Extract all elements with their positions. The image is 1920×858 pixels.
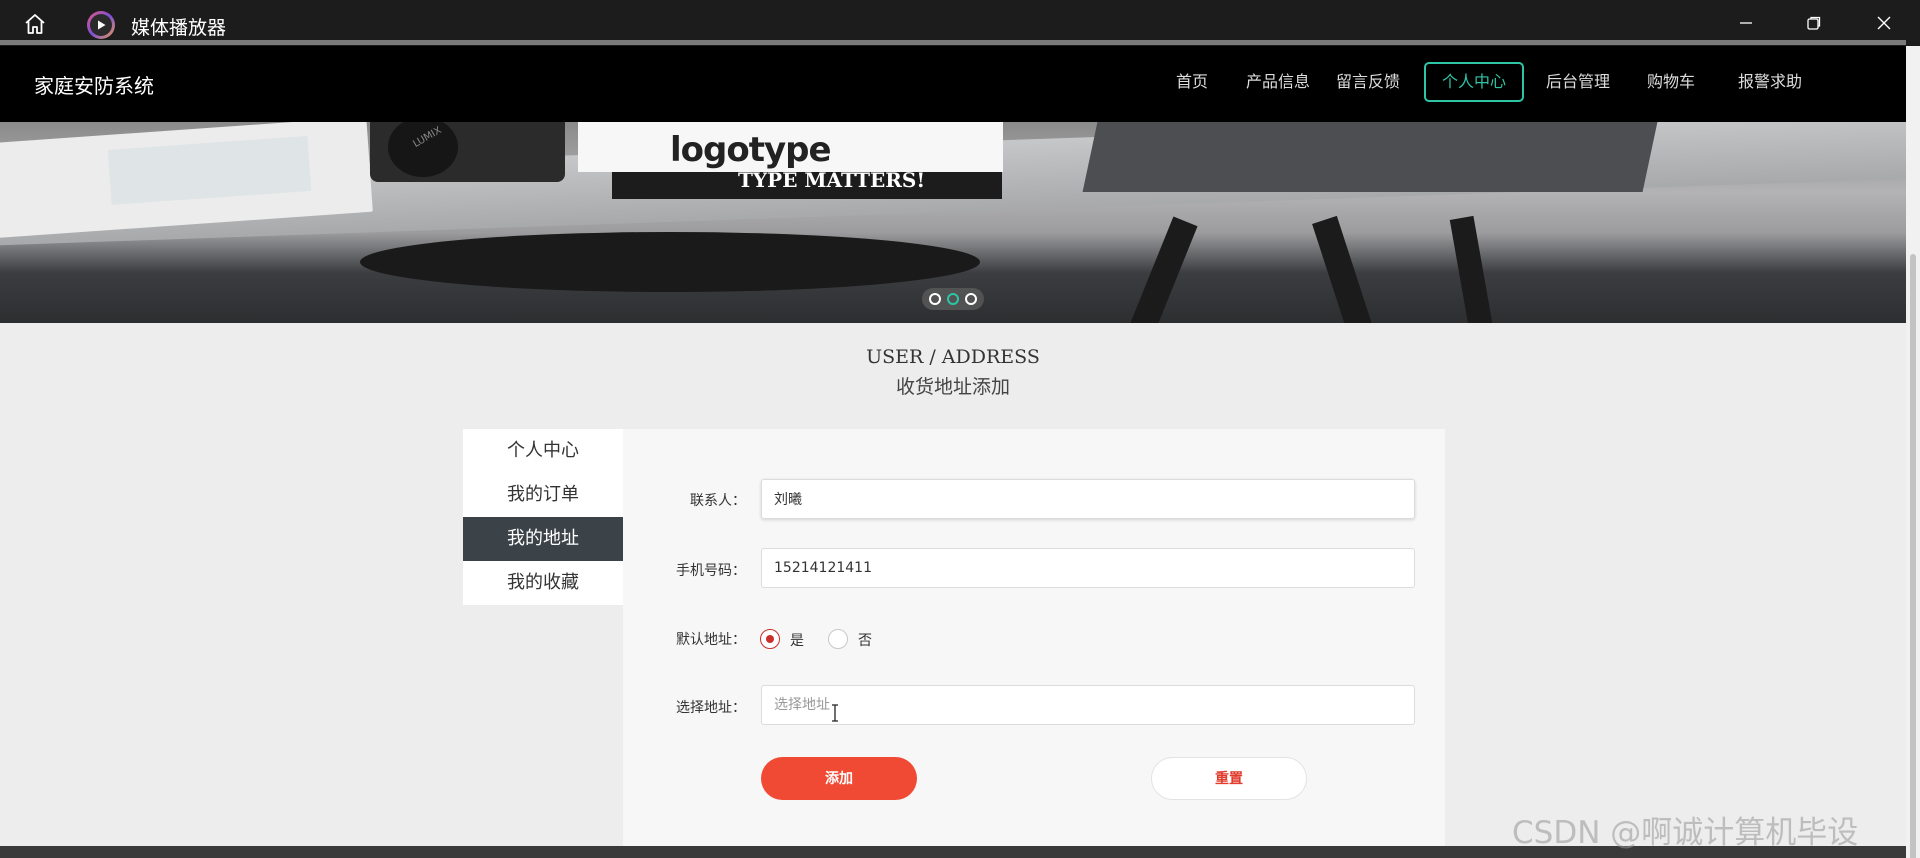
close-button[interactable]: [1862, 8, 1906, 38]
nav-item-user-center[interactable]: 个人中心: [1424, 62, 1524, 102]
banner-table-leg: [1312, 215, 1374, 323]
nav-item-admin[interactable]: 后台管理: [1538, 62, 1618, 102]
contact-label: 联系人：: [690, 493, 746, 509]
default-yes-label[interactable]: 是: [790, 630, 804, 650]
media-player-icon: [87, 11, 115, 39]
text-cursor-icon: [830, 704, 840, 722]
reset-button[interactable]: 重置: [1151, 757, 1307, 800]
nav-item-products[interactable]: 产品信息: [1238, 62, 1318, 102]
vertical-scrollbar[interactable]: [1906, 46, 1920, 858]
carousel-indicators: [922, 288, 984, 310]
banner-book-subtitle: TYPE MATTERS!: [738, 168, 926, 192]
address-label: 选择地址：: [676, 700, 746, 716]
horizontal-scrollbar[interactable]: [0, 40, 1906, 45]
vertical-scrollbar-thumb[interactable]: [1910, 254, 1916, 858]
banner-carousel: LUMIX logotype TYPE MATTERS!: [0, 122, 1906, 323]
default-no-label[interactable]: 否: [858, 630, 872, 650]
banner-book-title: logotype: [670, 130, 832, 170]
user-side-menu: 个人中心 我的订单 我的地址 我的收藏: [463, 429, 623, 605]
add-button[interactable]: 添加: [761, 757, 917, 800]
phone-label: 手机号码：: [676, 563, 746, 579]
default-no-radio[interactable]: [828, 629, 848, 649]
side-item-my-orders[interactable]: 我的订单: [463, 473, 623, 517]
minimize-button[interactable]: [1724, 8, 1768, 38]
carousel-dot-3[interactable]: [965, 293, 977, 305]
default-address-label: 默认地址：: [676, 632, 746, 648]
phone-input[interactable]: [761, 548, 1415, 588]
banner-mat: [1082, 122, 1658, 192]
banner-table-leg: [1449, 215, 1495, 323]
restore-button[interactable]: [1792, 8, 1836, 38]
section-title-en: USER / ADDRESS: [866, 346, 1040, 368]
banner-table-leg: [1128, 216, 1198, 323]
watermark: CSDN @啊诚计算机毕设: [1512, 815, 1859, 851]
nav-item-home[interactable]: 首页: [1162, 62, 1222, 102]
nav-item-feedback[interactable]: 留言反馈: [1328, 62, 1408, 102]
carousel-dot-1[interactable]: [929, 293, 941, 305]
banner-camera: LUMIX: [370, 122, 565, 182]
nav-item-cart[interactable]: 购物车: [1636, 62, 1706, 102]
window-title: 媒体播放器: [131, 17, 227, 39]
default-yes-radio[interactable]: [760, 629, 780, 649]
site-header: 家庭安防系统 首页 产品信息 留言反馈 个人中心 后台管理 购物车 报警求助: [0, 46, 1906, 122]
address-select[interactable]: 选择地址: [761, 685, 1415, 725]
carousel-dot-2[interactable]: [947, 293, 959, 305]
contact-input[interactable]: [761, 479, 1415, 519]
section-title-cn: 收货地址添加: [895, 376, 1010, 398]
home-icon[interactable]: [22, 11, 48, 37]
side-item-user-center[interactable]: 个人中心: [463, 429, 623, 473]
nav-item-alarm-help[interactable]: 报警求助: [1720, 62, 1820, 102]
side-item-my-address[interactable]: 我的地址: [463, 517, 623, 561]
side-item-my-favorites[interactable]: 我的收藏: [463, 561, 623, 605]
banner-stool: [360, 232, 980, 292]
site-logo[interactable]: 家庭安防系统: [34, 70, 154, 99]
